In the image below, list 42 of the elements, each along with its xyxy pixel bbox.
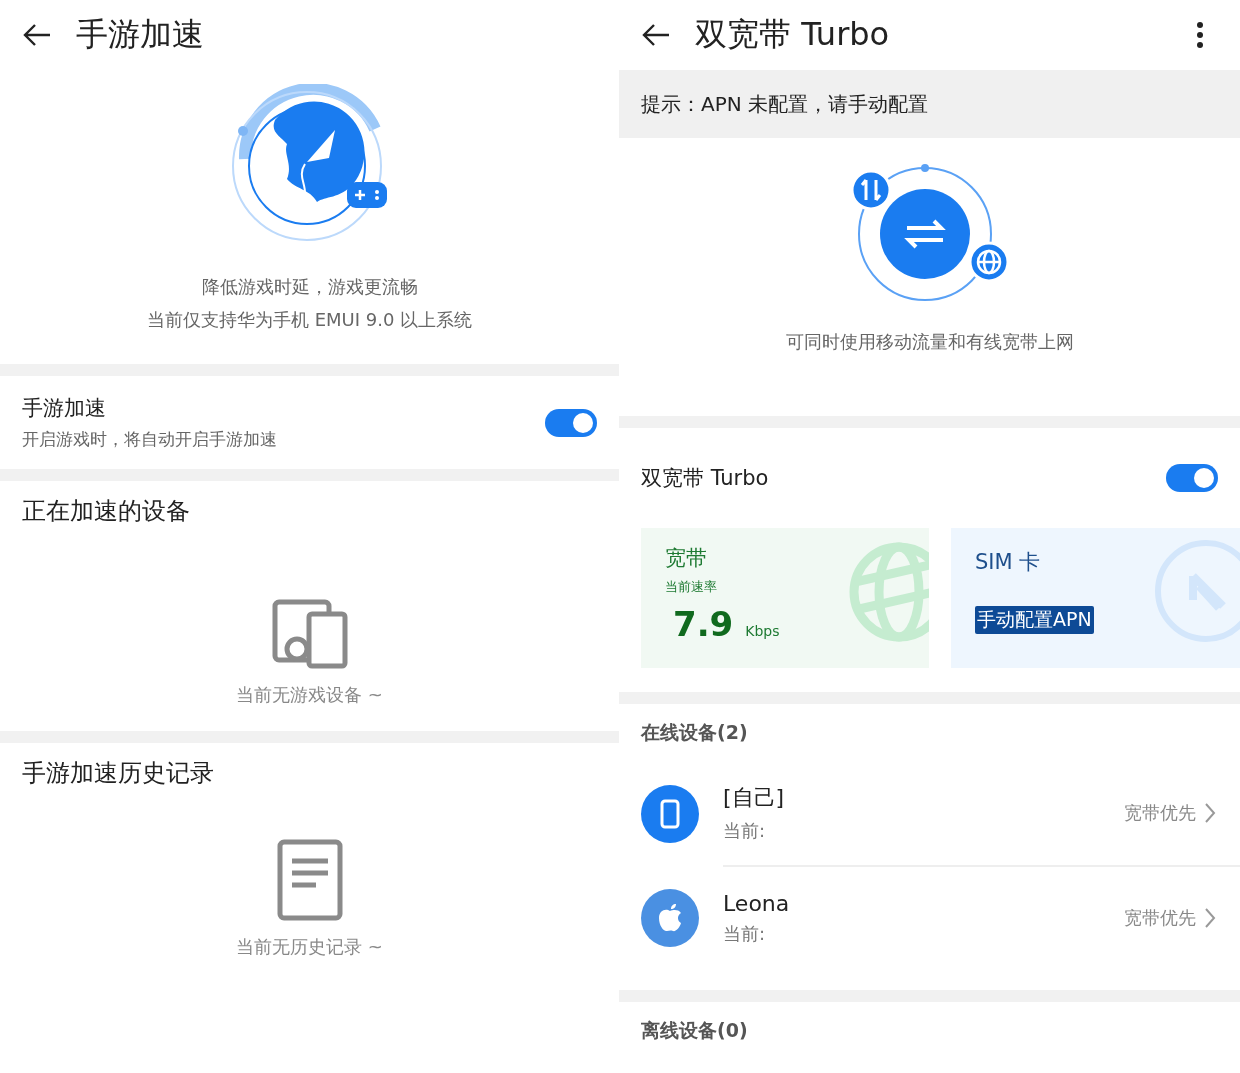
chevron-right-icon: [1204, 802, 1216, 824]
phone-icon: [641, 785, 699, 843]
device-row[interactable]: [自己] 当前: 宽带优先: [619, 762, 1240, 866]
page-title: 双宽带 Turbo: [695, 14, 890, 55]
broadband-card[interactable]: 宽带 当前速率 7.9 Kbps: [641, 528, 929, 668]
priority-text: 宽带优先: [1124, 801, 1196, 825]
speed-value: 7.9: [673, 604, 734, 644]
back-icon[interactable]: [22, 23, 52, 47]
description-text: 当前仅支持华为手机 EMUI 9.0 以上系统: [145, 308, 474, 332]
device-row[interactable]: Leona 当前: 宽带优先: [619, 866, 1240, 970]
sim-card[interactable]: SIM 卡 手动配置APN: [951, 528, 1240, 668]
empty-state-text: 当前无游戏设备 ~: [236, 683, 383, 707]
caption-text: 可同时使用移动流量和有线宽带上网: [784, 330, 1075, 354]
apple-logo-icon: [641, 889, 699, 947]
notice-banner: 提示：APN 未配置，请手动配置: [619, 70, 1240, 138]
card-subtitle: 当前速率: [665, 578, 718, 596]
toggle-switch[interactable]: [1166, 464, 1218, 492]
card-title: 宽带: [665, 545, 708, 572]
back-icon[interactable]: [641, 23, 671, 47]
section-title: 正在加速的设备: [22, 496, 191, 527]
document-icon: [276, 839, 343, 921]
more-options-icon[interactable]: [1196, 21, 1204, 49]
chevron-right-icon: [1204, 907, 1216, 929]
setting-description: 开启游戏时，将自动开启手游加速: [22, 428, 277, 451]
device-status: 当前:: [723, 819, 767, 843]
card-title: SIM 卡: [975, 549, 1042, 576]
setting-label: 双宽带 Turbo: [641, 465, 769, 492]
speed-unit: Kbps: [745, 623, 780, 639]
priority-text: 宽带优先: [1124, 906, 1196, 930]
toggle-switch[interactable]: [545, 408, 597, 437]
section-title: 离线设备(0): [640, 1018, 749, 1043]
page-title: 手游加速: [76, 14, 204, 55]
setting-label: 手游加速: [22, 395, 107, 422]
device-status: 当前:: [723, 921, 767, 946]
section-title: 手游加速历史记录: [22, 758, 215, 789]
devices-icon: [270, 599, 349, 669]
device-name: Leona: [723, 890, 790, 916]
section-title: 在线设备(2): [639, 720, 749, 745]
description-text: 降低游戏时延，游戏更流畅: [200, 275, 419, 299]
empty-state-text: 当前无历史记录 ~: [236, 935, 383, 959]
device-name: [自己]: [723, 784, 785, 812]
configure-apn-link[interactable]: 手动配置APN: [975, 606, 1094, 634]
